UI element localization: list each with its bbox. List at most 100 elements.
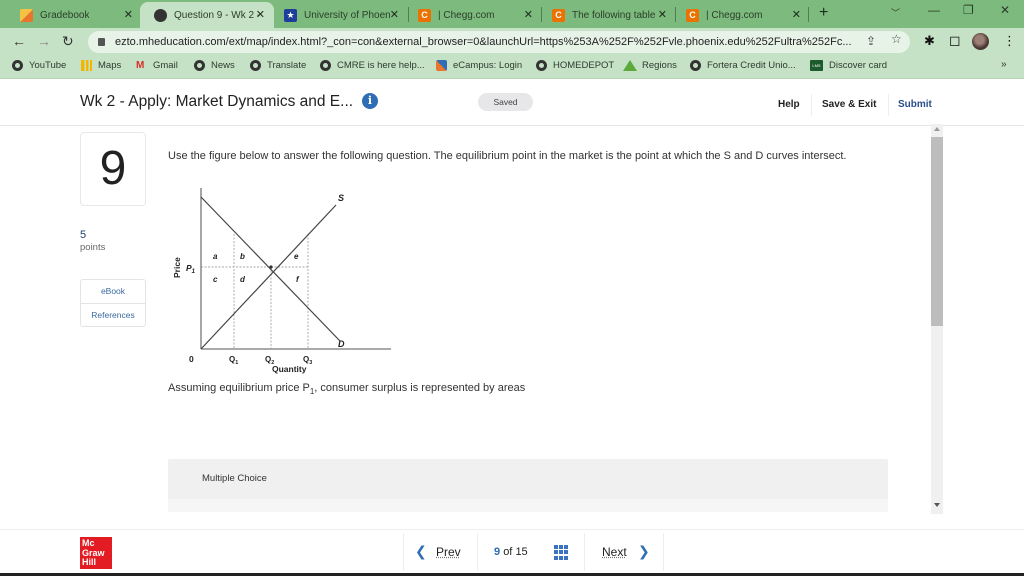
info-icon[interactable]: i <box>362 93 378 109</box>
bookmark-fortera[interactable]: Fortera Credit Unio... <box>690 60 796 71</box>
price-p1-label: P1 <box>186 263 196 275</box>
total-pages: 15 <box>515 546 528 558</box>
minimize-icon[interactable]: — <box>928 3 940 17</box>
current-page: 9 <box>494 546 501 558</box>
bookmark-discover[interactable]: LMS Discover card <box>810 60 887 71</box>
globe-icon <box>690 60 701 71</box>
close-icon[interactable]: ✕ <box>524 8 533 21</box>
window-close-icon[interactable]: ✕ <box>1000 3 1010 17</box>
bookmark-news[interactable]: News <box>194 60 235 71</box>
tab-search-chevron-icon[interactable]: ﹀ <box>891 6 900 19</box>
question-text: Use the figure below to answer the follo… <box>168 150 847 162</box>
footer-divider <box>584 533 585 571</box>
supply-curve <box>200 204 337 350</box>
footer-divider <box>663 533 664 571</box>
assignment-title: Wk 2 - Apply: Market Dynamics and E... <box>80 93 354 110</box>
close-icon[interactable]: ✕ <box>658 8 667 21</box>
header-divider <box>811 94 812 116</box>
tab-chegg-1[interactable]: C | Chegg.com ✕ <box>404 2 542 28</box>
new-tab-button[interactable]: + <box>819 4 828 22</box>
globe-icon <box>320 60 331 71</box>
scroll-up-arrow-icon[interactable] <box>934 127 940 131</box>
maps-icon <box>81 60 92 71</box>
submit-button[interactable]: Submit <box>898 99 932 110</box>
tab-separator <box>808 7 809 22</box>
prev-button[interactable]: Prev <box>436 545 461 559</box>
globe-icon <box>194 60 205 71</box>
address-bar[interactable]: ezto.mheducation.com/ext/map/index.html?… <box>88 31 910 53</box>
reload-icon[interactable]: ↻ <box>62 33 74 50</box>
globe-icon <box>250 60 261 71</box>
bookmark-gmail[interactable]: M Gmail <box>136 60 178 71</box>
supply-demand-figure: S D Price P1 a b c d e f 0 Q1 Q2 Q3 Quan… <box>172 188 391 374</box>
browser-toolbar: ← → ↻ ezto.mheducation.com/ext/map/index… <box>0 28 1024 55</box>
points-value: 5 <box>80 229 87 241</box>
origin-label: 0 <box>189 354 194 364</box>
area-c-label: c <box>213 275 218 284</box>
save-exit-button[interactable]: Save & Exit <box>822 99 876 110</box>
equilibrium-point <box>269 265 273 269</box>
footer-divider <box>403 533 404 571</box>
chevron-right-icon[interactable]: ❯ <box>638 543 650 560</box>
tab-question-9[interactable]: Question 9 - Wk 2 - ✕ <box>140 2 274 28</box>
pencil-icon <box>20 8 33 22</box>
supply-label: S <box>338 193 344 203</box>
question-grid-icon[interactable] <box>554 545 569 560</box>
globe-icon <box>154 8 167 22</box>
points-label: points <box>80 242 106 253</box>
bookmark-youtube[interactable]: YouTube <box>12 60 66 71</box>
area-b-label: b <box>240 252 245 261</box>
area-e-label: e <box>294 252 299 261</box>
globe-icon <box>536 60 547 71</box>
chegg-icon: C <box>418 8 431 22</box>
choices-area <box>168 499 888 512</box>
close-icon[interactable]: ✕ <box>256 8 265 21</box>
tab-university-of-phoenix[interactable]: ★ University of Phoen ✕ <box>270 2 408 28</box>
bookmark-regions[interactable]: Regions <box>623 60 677 71</box>
bookmark-cmre[interactable]: CMRE is here help... <box>320 60 425 71</box>
forward-arrow-icon[interactable]: → <box>37 33 51 49</box>
bookmark-translate[interactable]: Translate <box>250 60 306 71</box>
ebook-button[interactable]: eBook <box>81 280 145 303</box>
scroll-down-arrow-icon[interactable] <box>934 503 940 507</box>
profile-avatar[interactable] <box>972 33 989 50</box>
bookmark-star-icon[interactable]: ☆ <box>891 32 902 46</box>
close-icon[interactable]: ✕ <box>792 8 801 21</box>
chegg-icon: C <box>686 8 699 22</box>
references-button[interactable]: References <box>81 303 145 326</box>
tab-chegg-2[interactable]: C | Chegg.com ✕ <box>672 2 810 28</box>
area-d-label: d <box>240 275 246 284</box>
next-button[interactable]: Next <box>602 545 627 559</box>
close-icon[interactable]: ✕ <box>390 8 399 21</box>
ecampus-icon <box>436 60 447 71</box>
bookmark-ecampus[interactable]: eCampus: Login <box>436 60 522 71</box>
bookmark-homedepot[interactable]: HOMEDEPOT <box>536 60 614 71</box>
demand-curve <box>200 196 341 342</box>
regions-icon <box>623 60 637 71</box>
area-f-label: f <box>296 275 300 284</box>
help-button[interactable]: Help <box>778 99 800 110</box>
bookmark-maps[interactable]: Maps <box>81 60 121 71</box>
browser-tab-strip: Gradebook ✕ Question 9 - Wk 2 - ✕ ★ Univ… <box>0 0 1024 28</box>
side-panel-icon[interactable]: ◻ <box>949 32 961 49</box>
lms-icon: LMS <box>810 60 823 71</box>
q1-tick-label: Q1 <box>229 355 238 366</box>
chrome-menu-icon[interactable]: ⋮ <box>1003 33 1016 49</box>
chevron-left-icon[interactable]: ❮ <box>415 543 427 560</box>
scrollbar-thumb[interactable] <box>931 137 943 326</box>
saved-status-badge: Saved <box>478 93 533 111</box>
footer-divider <box>477 533 478 571</box>
restore-icon[interactable]: ❐ <box>963 3 974 17</box>
bookmarks-overflow-button[interactable]: » <box>1001 59 1007 70</box>
close-icon[interactable]: ✕ <box>124 8 133 21</box>
tab-gradebook[interactable]: Gradebook ✕ <box>6 2 142 28</box>
extensions-puzzle-icon[interactable]: ✱ <box>924 33 935 49</box>
question-number: 9 <box>80 132 146 206</box>
share-icon[interactable]: ⇪ <box>866 34 876 48</box>
url-text[interactable]: ezto.mheducation.com/ext/map/index.html?… <box>115 36 855 48</box>
area-a-label: a <box>213 252 218 261</box>
tab-following-table[interactable]: C The following table ✕ <box>538 2 676 28</box>
question-prompt: Assuming equilibrium price P1, consumer … <box>168 382 526 397</box>
back-arrow-icon[interactable]: ← <box>12 33 26 49</box>
university-shield-icon: ★ <box>284 8 297 22</box>
